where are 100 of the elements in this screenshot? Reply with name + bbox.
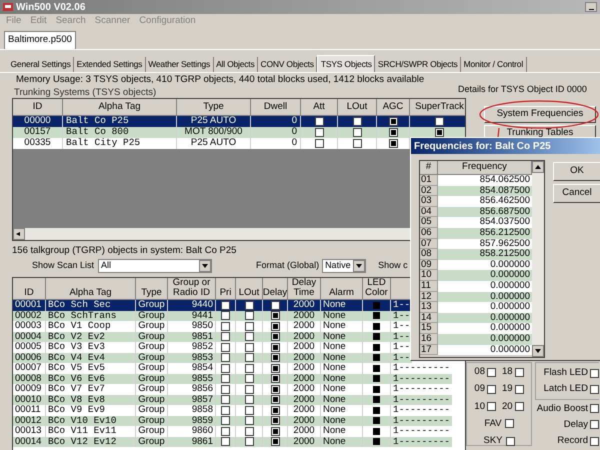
table-cell[interactable]: Group [136,352,168,363]
column-header[interactable]: Dwell [251,99,301,116]
table-cell[interactable]: 00157 [13,127,63,138]
checkbox[interactable] [244,364,254,373]
table-cell[interactable]: 00011 [13,405,46,416]
frequency-cell[interactable]: 854.037500 [438,217,532,228]
table-cell[interactable]: Group [136,405,168,416]
checkbox[interactable] [221,384,230,394]
table-cell[interactable]: None [321,426,363,436]
column-header[interactable]: ID [13,99,63,116]
table-cell[interactable]: 00010 [13,394,46,405]
table-cell[interactable]: None [321,374,363,384]
checkbox[interactable] [221,311,230,320]
tab[interactable]: Extended Settings [74,57,146,72]
checkbox[interactable] [221,406,230,415]
column-header[interactable]: Pri [216,278,236,300]
table-cell[interactable]: Group [136,363,168,374]
tab[interactable]: All Objects [214,57,258,72]
table-cell[interactable] [363,300,391,310]
table-cell[interactable]: 2000 [288,416,321,426]
checkbox[interactable] [590,404,599,414]
table-cell[interactable] [236,436,263,447]
checkbox[interactable] [504,419,514,428]
table-cell[interactable]: 1--------- [391,416,452,426]
frequency-cell[interactable]: 0.000000 [438,302,532,313]
table-cell[interactable]: 0 [251,138,301,149]
checkbox[interactable] [388,139,398,148]
checkbox[interactable] [244,395,254,404]
table-cell[interactable] [236,352,263,363]
table-cell[interactable]: BCo V9 Ev9 [46,405,136,416]
checkbox[interactable] [314,139,324,148]
table-cell[interactable] [263,436,288,447]
checkbox[interactable] [244,374,254,384]
table-cell[interactable]: BCo V7 Ev7 [46,384,136,394]
checkbox[interactable] [244,322,254,331]
cancel-button[interactable]: Cancel [553,184,600,203]
table-cell[interactable]: 9855 [168,374,216,384]
table-cell[interactable] [377,116,410,127]
table-cell[interactable]: None [321,363,363,374]
table-cell[interactable]: BCo V5 Ev5 [46,363,136,374]
column-header[interactable]: LOut [338,99,377,116]
table-cell[interactable] [216,300,236,310]
table-cell[interactable]: P25 AUTO [177,138,251,149]
ok-button[interactable]: OK [553,162,600,181]
checkbox[interactable] [270,342,280,352]
checkbox[interactable] [352,117,362,126]
tab[interactable]: Weather Settings [146,57,214,72]
table-cell[interactable] [263,374,288,384]
table-cell[interactable]: 2000 [288,332,321,342]
table-cell[interactable] [377,138,410,149]
file-tab[interactable]: Baltimore.p500 [4,31,76,49]
checkbox[interactable] [270,300,280,310]
table-cell[interactable] [236,310,263,321]
frequency-cell[interactable]: 857.962500 [438,238,532,250]
table-cell[interactable]: Group [136,384,168,394]
table-cell[interactable]: Group [136,436,168,447]
table-cell[interactable] [236,300,263,310]
checkbox[interactable] [221,374,230,384]
table-cell[interactable] [236,394,263,405]
table-cell[interactable]: 00006 [13,352,46,363]
checkbox[interactable] [221,342,230,352]
table-cell[interactable]: BCo V8 Ev8 [46,394,136,405]
checkbox[interactable] [270,426,280,436]
frequency-cell[interactable]: 0.000000 [438,280,532,292]
table-cell[interactable]: None [321,342,363,352]
table-cell[interactable]: Group [136,300,168,310]
checkbox[interactable] [435,128,444,137]
table-cell[interactable]: MOT 800/900 [177,127,251,138]
table-cell[interactable]: 9441 [168,310,216,321]
checkbox[interactable] [487,368,496,377]
table-cell[interactable]: 2000 [288,436,321,447]
checkbox[interactable] [244,437,254,446]
checkbox[interactable] [244,353,254,362]
table-cell[interactable] [236,416,263,426]
vertical-scrollbar[interactable] [532,161,544,357]
table-cell[interactable]: 0 [251,116,301,127]
table-cell[interactable]: 9440 [168,300,216,310]
checkbox[interactable] [590,420,599,430]
table-cell[interactable]: BCo V2 Ev2 [46,332,136,342]
table-cell[interactable]: Group [136,321,168,332]
format-dropdown[interactable]: Native [322,259,366,273]
table-cell[interactable] [263,300,288,310]
table-cell[interactable]: 1--------- [391,394,452,405]
checkbox[interactable] [506,436,514,446]
tab[interactable]: Monitor / Control [461,57,527,72]
table-cell[interactable]: 00001 [13,300,46,310]
tab[interactable]: General Settings [8,57,74,72]
frequency-cell[interactable]: 854.087500 [438,186,532,196]
table-cell[interactable]: 00007 [13,363,46,374]
table-cell[interactable]: BCo V10 Ev10 [46,416,136,426]
table-cell[interactable] [338,116,377,127]
column-header[interactable]: Type [177,99,251,116]
table-cell[interactable] [363,394,391,405]
checkbox[interactable] [221,300,230,310]
checkbox[interactable] [244,416,254,426]
frequency-cell[interactable]: 0.000000 [438,344,532,356]
checkbox[interactable] [221,322,230,331]
checkbox[interactable] [221,364,230,373]
table-cell[interactable] [363,332,391,342]
checkbox[interactable] [514,368,524,377]
